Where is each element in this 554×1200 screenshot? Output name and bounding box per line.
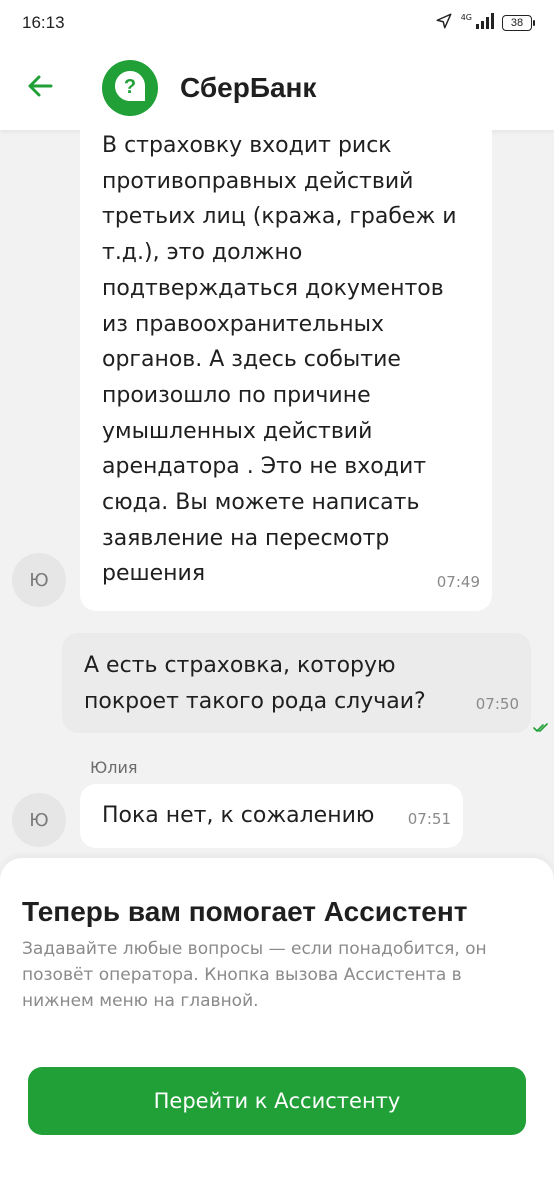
- question-bubble-icon: ?: [113, 69, 147, 107]
- status-time: 16:13: [22, 13, 65, 32]
- message-time: 07:50: [475, 695, 519, 714]
- chat-header: ? СберБанк: [0, 46, 554, 130]
- double-check-icon: [533, 718, 549, 737]
- avatar-initial: Ю: [29, 809, 49, 831]
- network-type: 4G: [460, 12, 472, 22]
- back-button[interactable]: [0, 46, 80, 130]
- sheet-title: Теперь вам помогает Ассистент: [22, 896, 468, 927]
- message-time: 07:49: [436, 573, 480, 592]
- message-text: А есть страховка, которую покроет такого…: [84, 653, 426, 714]
- avatar: Ю: [12, 553, 66, 607]
- outgoing-message[interactable]: А есть страховка, которую покроет такого…: [62, 633, 531, 733]
- location-arrow-icon: [435, 12, 453, 35]
- page-title: СберБанк: [180, 72, 317, 103]
- message-text: В страховку входит риск противоправных д…: [102, 133, 457, 587]
- avatar-initial: Ю: [29, 569, 49, 591]
- sheet-description: Задавайте любые вопросы — если понадобит…: [22, 939, 487, 1011]
- avatar: Ю: [12, 793, 66, 847]
- arrow-left-icon[interactable]: [26, 72, 54, 104]
- chat-messages[interactable]: В страховку входит риск противоправных д…: [0, 130, 554, 860]
- message-time: 07:51: [407, 810, 451, 829]
- signal-icon: [476, 12, 494, 34]
- sberbank-logo: ?: [102, 60, 158, 116]
- battery-level: 38: [510, 17, 524, 29]
- sender-name: Юлия: [90, 758, 138, 777]
- battery-icon: 38: [502, 15, 535, 31]
- assistant-bottom-sheet: Теперь вам помогает Ассистент Задавайте …: [0, 858, 554, 1200]
- incoming-message[interactable]: В страховку входит риск противоправных д…: [80, 130, 492, 611]
- status-bar: 16:13 4G 38: [0, 0, 554, 46]
- message-text: Пока нет, к сожалению: [102, 803, 375, 828]
- go-to-assistant-button[interactable]: Перейти к Ассистенту: [28, 1067, 526, 1135]
- svg-text:?: ?: [124, 76, 136, 98]
- status-icons: 4G 38: [435, 12, 535, 35]
- incoming-message[interactable]: Пока нет, к сожалению 07:51: [80, 784, 463, 848]
